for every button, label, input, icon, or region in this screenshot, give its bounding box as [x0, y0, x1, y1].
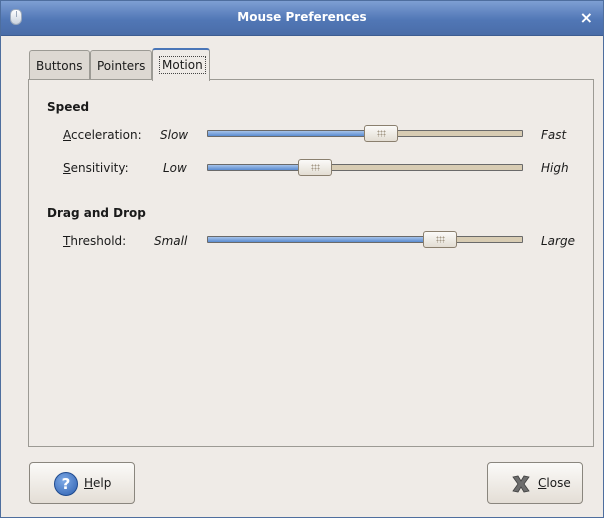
threshold-label-text: hreshold:: [70, 234, 127, 248]
sensitivity-min-label: Low: [163, 161, 187, 175]
acceleration-max-label: Fast: [541, 128, 567, 142]
help-mnemonic: H: [84, 476, 94, 490]
sensitivity-max-label: High: [541, 161, 569, 175]
window-title: Mouse Preferences: [237, 10, 367, 24]
mouse-preferences-window: Mouse Preferences × Buttons Pointers Mot…: [0, 0, 604, 518]
acceleration-slider[interactable]: [207, 125, 523, 142]
threshold-min-label: Small: [154, 234, 188, 248]
tab-motion-label: Motion: [159, 56, 206, 74]
threshold-slider-thumb[interactable]: [423, 231, 458, 248]
speed-section-title: Speed: [47, 100, 90, 114]
acceleration-slider-thumb[interactable]: [363, 125, 398, 142]
acceleration-slider-fill: [208, 131, 381, 136]
close-icon: [512, 475, 530, 493]
title-bar[interactable]: Mouse Preferences ×: [1, 1, 603, 36]
sensitivity-label-text: ensitivity:: [70, 161, 129, 175]
window-close-icon[interactable]: ×: [580, 8, 593, 27]
tab-pointers[interactable]: Pointers: [90, 50, 152, 80]
acceleration-label: Acceleration:: [63, 128, 142, 142]
close-button[interactable]: Close: [487, 462, 583, 504]
threshold-max-label: Large: [541, 234, 575, 248]
sensitivity-label: Sensitivity:: [63, 161, 129, 175]
close-label-text: lose: [546, 476, 571, 490]
drag-and-drop-section-title: Drag and Drop: [47, 206, 146, 220]
tab-pointers-label: Pointers: [97, 59, 146, 73]
sensitivity-mnemonic: S: [63, 161, 71, 175]
threshold-label: Threshold:: [63, 234, 126, 248]
acceleration-min-label: Slow: [160, 128, 189, 142]
sensitivity-slider[interactable]: [207, 159, 523, 176]
help-button-label: Help: [84, 476, 111, 490]
sensitivity-slider-thumb[interactable]: [297, 159, 332, 176]
help-icon: ?: [54, 472, 78, 496]
close-button-label: Close: [538, 476, 571, 490]
tab-buttons-label: Buttons: [36, 59, 83, 73]
acceleration-mnemonic: A: [63, 128, 71, 142]
acceleration-label-text: cceleration:: [71, 128, 142, 142]
help-button[interactable]: ? Help: [29, 462, 135, 504]
threshold-slider[interactable]: [207, 231, 523, 248]
threshold-slider-fill: [208, 237, 441, 242]
help-label-text: elp: [93, 476, 112, 490]
tab-motion[interactable]: Motion: [152, 48, 210, 81]
tab-buttons[interactable]: Buttons: [29, 50, 90, 80]
